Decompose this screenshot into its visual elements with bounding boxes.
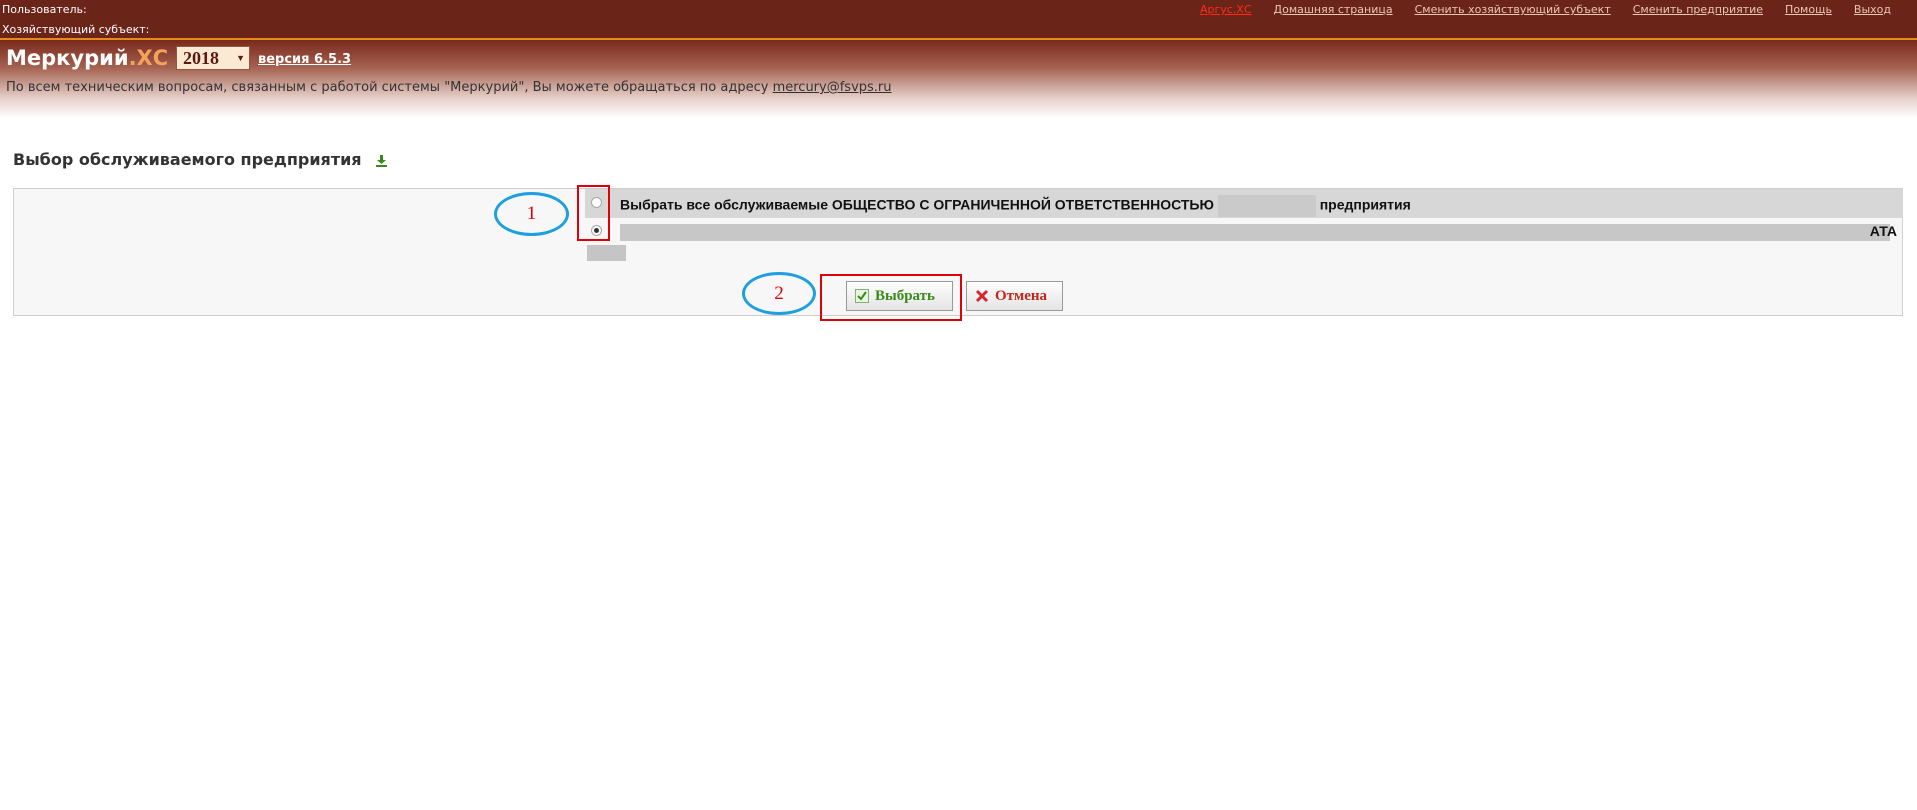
- nav-argus[interactable]: Аргус.ХС: [1200, 3, 1252, 16]
- marker-1: 1: [494, 192, 569, 236]
- top-nav: Аргус.ХС Домашняя страница Сменить хозяй…: [1200, 3, 1891, 16]
- nav-change-subject[interactable]: Сменить хозяйствующий субъект: [1415, 3, 1611, 16]
- close-icon: [975, 289, 989, 303]
- redacted-enterprise-name: [620, 224, 1890, 241]
- nav-exit[interactable]: Выход: [1854, 3, 1891, 16]
- user-label: Пользователь:: [2, 3, 87, 16]
- marker-2-label: 2: [774, 282, 784, 304]
- subject-label: Хозяйствующий субъект:: [2, 23, 150, 36]
- option-one-row[interactable]: АТА: [585, 218, 1903, 248]
- option-all-row[interactable]: Выбрать все обслуживаемые ОБЩЕСТВО С ОГР…: [585, 189, 1903, 218]
- radio-select-all[interactable]: [591, 197, 602, 208]
- option-all-suffix: предприятия: [1319, 196, 1411, 213]
- select-button[interactable]: Выбрать: [846, 281, 953, 311]
- option-all-label: Выбрать все обслуживаемые ОБЩЕСТВО С ОГР…: [620, 195, 1411, 217]
- year-select[interactable]: 2018 ▼: [176, 46, 250, 70]
- year-value: 2018: [183, 48, 219, 68]
- support-line: По всем техническим вопросам, связанным …: [6, 80, 892, 95]
- redacted-block: [587, 245, 626, 261]
- enterprise-select-panel: Выбрать все обслуживаемые ОБЩЕСТВО С ОГР…: [13, 185, 1903, 321]
- nav-help[interactable]: Помощь: [1785, 3, 1832, 16]
- checkmark-icon: [855, 289, 869, 303]
- top-bar: Пользователь: Хозяйствующий субъект: Арг…: [0, 0, 1917, 40]
- select-button-label: Выбрать: [875, 287, 935, 304]
- radio-select-one[interactable]: [591, 225, 602, 236]
- cancel-button-label: Отмена: [995, 287, 1048, 304]
- marker-2: 2: [742, 272, 816, 315]
- marker-1-label: 1: [526, 203, 537, 224]
- support-email-link[interactable]: mercury@fsvps.ru: [773, 80, 892, 95]
- page-title: Выбор обслуживаемого предприятия: [13, 150, 388, 171]
- version-link[interactable]: версия 6.5.3: [258, 52, 351, 67]
- option-all-prefix: Выбрать все обслуживаемые ОБЩЕСТВО С ОГР…: [620, 196, 1214, 213]
- cancel-button[interactable]: Отмена: [966, 281, 1063, 311]
- download-icon[interactable]: [375, 152, 388, 171]
- app-logo[interactable]: Меркурий.ХС: [6, 46, 168, 70]
- nav-home[interactable]: Домашняя страница: [1274, 3, 1393, 16]
- logo-suffix: .ХС: [128, 46, 169, 70]
- support-text: По всем техническим вопросам, связанным …: [6, 80, 773, 95]
- logo-main: Меркурий: [6, 46, 129, 70]
- page-title-text: Выбор обслуживаемого предприятия: [13, 150, 362, 169]
- nav-change-enterprise[interactable]: Сменить предприятие: [1633, 3, 1763, 16]
- chevron-down-icon: ▼: [236, 53, 245, 63]
- option-one-suffix: АТА: [1869, 223, 1897, 239]
- redacted-name: [1217, 195, 1316, 217]
- header: Меркурий.ХС 2018 ▼ версия 6.5.3 По всем …: [0, 40, 1917, 118]
